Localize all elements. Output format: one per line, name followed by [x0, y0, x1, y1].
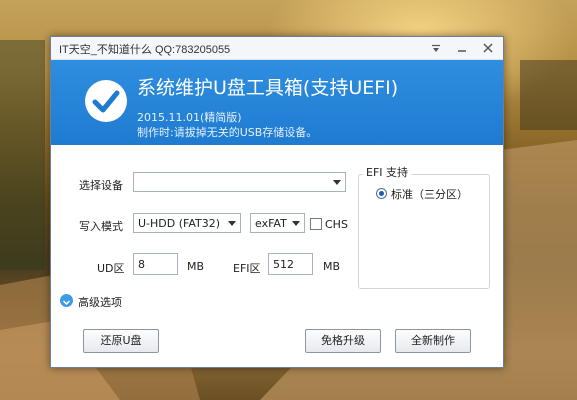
efi-size-value: 512 — [273, 258, 294, 271]
efi-size-input[interactable]: 512 — [268, 253, 313, 275]
dropdown-menu-icon — [432, 44, 440, 52]
ud-size-value: 8 — [138, 258, 145, 271]
device-select[interactable] — [133, 172, 346, 192]
efi-support-title: EFI 支持 — [363, 164, 412, 180]
filesystem-value: exFAT — [255, 217, 287, 230]
ud-unit: MB — [187, 260, 205, 273]
checkmark-circle-icon — [85, 80, 127, 122]
upgrade-no-format-button[interactable]: 免格升级 — [305, 329, 381, 353]
chevron-down-icon — [62, 300, 71, 306]
close-button[interactable] — [479, 40, 497, 56]
radio-selected-dot — [379, 191, 384, 196]
minimize-button[interactable] — [453, 40, 471, 56]
write-mode-label: 写入模式 — [79, 220, 123, 233]
standard-partition-radio[interactable] — [376, 188, 387, 199]
ud-size-input[interactable]: 8 — [133, 253, 178, 275]
chs-checkbox[interactable] — [310, 218, 322, 230]
chs-label: CHS — [325, 218, 348, 231]
minimize-icon — [458, 49, 466, 52]
create-new-button[interactable]: 全新制作 — [395, 329, 471, 353]
advanced-options-toggle[interactable] — [60, 294, 73, 307]
chevron-down-icon — [333, 180, 341, 185]
efi-label: EFI区 — [233, 262, 261, 275]
app-window: IT天空_不知道什么 QQ:783205055 系统维护U盘工具箱(支持UEFI… — [50, 36, 504, 368]
usb-notice: 制作时:请拔掉无关的USB存储设备。 — [137, 126, 318, 139]
title-bar: IT天空_不知道什么 QQ:783205055 — [51, 37, 503, 60]
efi-unit: MB — [323, 260, 341, 273]
filesystem-select[interactable]: exFAT — [250, 213, 305, 233]
write-mode-value: U-HDD (FAT32) — [138, 217, 221, 230]
version-text: 2015.11.01(精简版) — [137, 111, 242, 124]
chevron-down-icon — [292, 221, 300, 226]
ud-label: UD区 — [97, 262, 125, 275]
advanced-options-label[interactable]: 高级选项 — [78, 294, 122, 310]
app-title: 系统维护U盘工具箱(支持UEFI) — [137, 77, 399, 99]
standard-partition-label: 标准（三分区） — [391, 188, 468, 201]
write-mode-select[interactable]: U-HDD (FAT32) — [133, 213, 241, 233]
window-title: IT天空_不知道什么 QQ:783205055 — [59, 44, 231, 56]
chevron-down-icon — [228, 221, 236, 226]
menu-button[interactable] — [427, 40, 445, 56]
device-label: 选择设备 — [79, 179, 123, 192]
close-icon — [483, 43, 493, 53]
restore-usb-button[interactable]: 还原U盘 — [83, 329, 159, 353]
app-header: 系统维护U盘工具箱(支持UEFI) 2015.11.01(精简版) 制作时:请拔… — [51, 60, 503, 145]
